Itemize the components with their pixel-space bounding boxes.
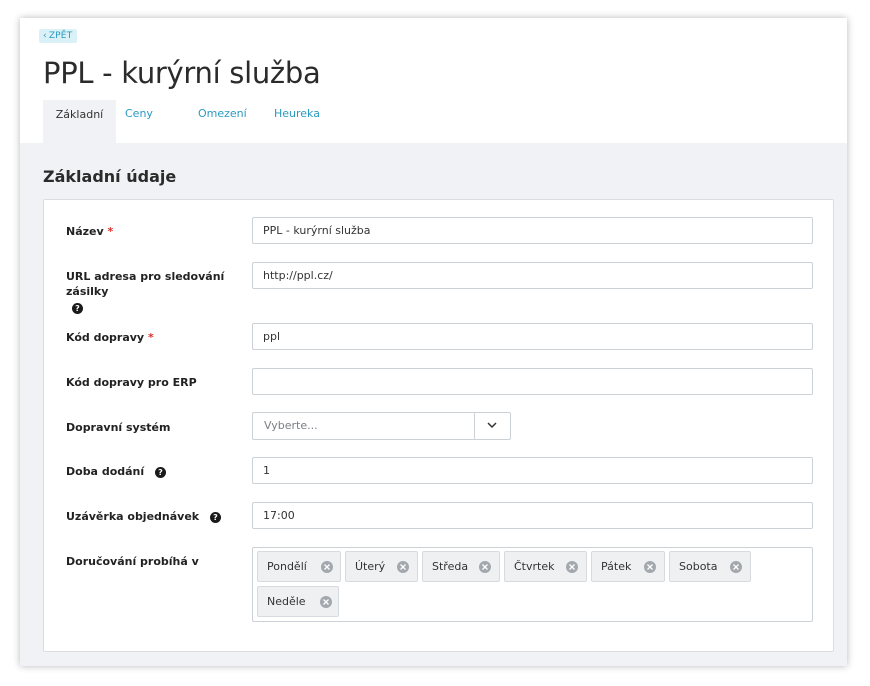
delivery-time-label-text: Doba dodání: [66, 465, 145, 478]
page-header: ‹ ZPĚT PPL - kurýrní služba Základní Ceny…: [20, 18, 847, 143]
tag-label: Čtvrtek: [514, 560, 555, 573]
chevron-left-icon: ‹: [43, 31, 47, 41]
tag-ctvrtek: Čtvrtek: [504, 551, 587, 582]
question-circle-icon[interactable]: ?: [72, 303, 83, 314]
remove-tag-icon[interactable]: [566, 561, 578, 573]
tag-patek: Pátek: [591, 551, 665, 582]
erp-code-label: Kód dopravy pro ERP: [66, 376, 197, 389]
code-label-text: Kód dopravy: [66, 331, 145, 344]
tag-label: Sobota: [679, 560, 718, 573]
delivery-time-label: Doba dodání ?: [66, 464, 166, 479]
order-cutoff-label-text: Uzávěrka objednávek: [66, 510, 200, 523]
back-label: ZPĚT: [48, 31, 73, 41]
section-title: Základní údaje: [43, 167, 177, 186]
chevron-down-icon: [487, 422, 497, 429]
required-marker: *: [107, 225, 114, 238]
system-label: Dopravní systém: [66, 421, 171, 434]
remove-tag-icon[interactable]: [320, 596, 332, 608]
system-select-placeholder: Vyberte...: [264, 419, 318, 432]
remove-tag-icon[interactable]: [321, 561, 333, 573]
tag-utery: Úterý: [345, 551, 418, 582]
tab-zakladni[interactable]: Základní: [43, 100, 116, 143]
tag-pondeli: Pondělí: [257, 551, 341, 582]
question-circle-icon[interactable]: ?: [209, 511, 221, 523]
delivery-time-input[interactable]: [252, 457, 813, 484]
name-input[interactable]: [252, 217, 813, 244]
remove-tag-icon[interactable]: [479, 561, 491, 573]
delivery-days-multiselect[interactable]: Pondělí Úterý Středa Čtvrtek Pátek Sobot…: [252, 547, 813, 622]
basic-info-form: Název * URL adresa pro sledování zásilky…: [43, 199, 834, 652]
remove-tag-icon[interactable]: [397, 561, 409, 573]
order-cutoff-label: Uzávěrka objednávek ?: [66, 509, 221, 524]
erp-code-input[interactable]: [252, 368, 813, 395]
order-cutoff-input[interactable]: [252, 502, 813, 529]
tracking-url-input[interactable]: [252, 262, 813, 289]
tag-streda: Středa: [422, 551, 500, 582]
shipping-method-card: ‹ ZPĚT PPL - kurýrní služba Základní Ceny…: [20, 18, 847, 666]
tag-label: Pátek: [601, 560, 632, 573]
tag-label: Pondělí: [267, 560, 307, 573]
name-label-text: Název: [66, 225, 104, 238]
tab-ceny[interactable]: Ceny: [125, 107, 153, 120]
remove-tag-icon[interactable]: [644, 561, 656, 573]
name-label: Název *: [66, 224, 113, 239]
code-input[interactable]: [252, 323, 813, 350]
tracking-url-label: URL adresa pro sledování zásilky ?: [66, 269, 246, 314]
delivery-days-label: Doručování probíhá v: [66, 555, 199, 568]
tab-omezeni[interactable]: Omezení: [198, 107, 247, 120]
required-marker: *: [147, 331, 154, 344]
tag-label: Neděle: [267, 595, 306, 608]
page-title: PPL - kurýrní služba: [43, 56, 321, 90]
remove-tag-icon[interactable]: [730, 561, 742, 573]
back-button[interactable]: ‹ ZPĚT: [39, 29, 78, 43]
tag-label: Úterý: [355, 560, 386, 573]
system-select-toggle[interactable]: [474, 413, 510, 439]
tag-sobota: Sobota: [669, 551, 751, 582]
tag-label: Středa: [432, 560, 469, 573]
system-select[interactable]: Vyberte...: [252, 412, 511, 440]
tag-nedele: Neděle: [257, 586, 339, 617]
tab-heureka[interactable]: Heureka: [274, 107, 320, 120]
question-circle-icon[interactable]: ?: [155, 466, 166, 478]
code-label: Kód dopravy *: [66, 330, 154, 345]
tracking-url-label-text: URL adresa pro sledování zásilky: [66, 270, 225, 298]
